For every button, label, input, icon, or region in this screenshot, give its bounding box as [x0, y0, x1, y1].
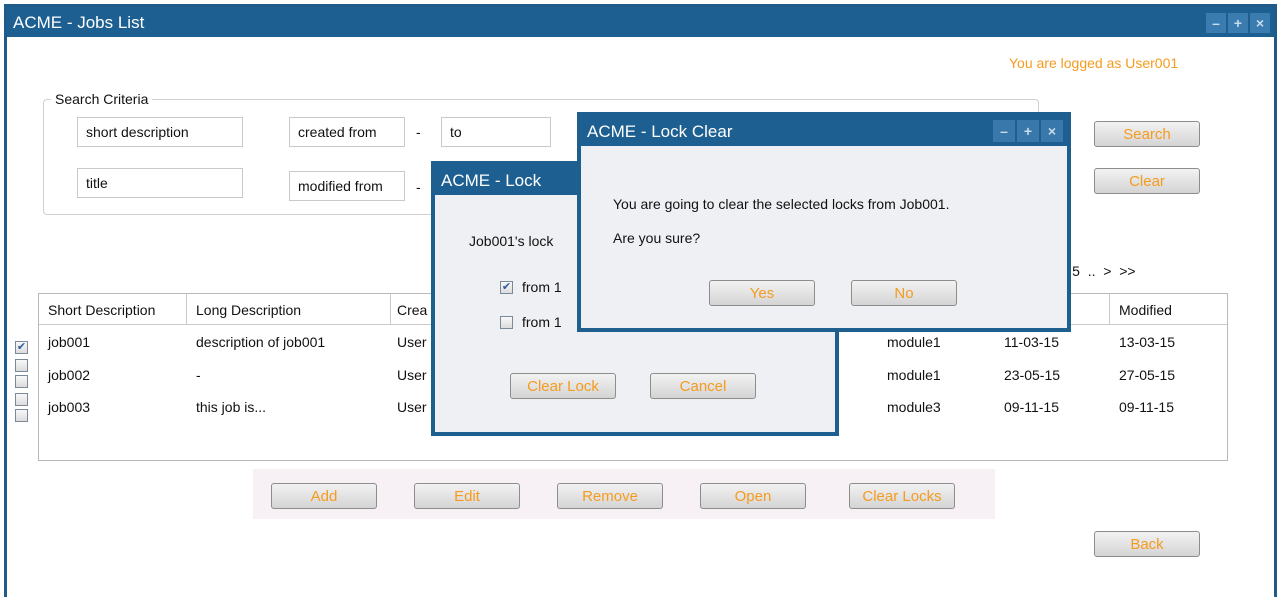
clear-locks-button[interactable]: Clear Locks: [849, 483, 955, 509]
table-row-module[interactable]: module3: [887, 399, 941, 415]
cancel-button[interactable]: Cancel: [650, 373, 756, 399]
lock-dialog-text: Job001's lock: [469, 233, 554, 249]
table-row-long[interactable]: this job is...: [196, 399, 266, 415]
table-row-creator[interactable]: User: [397, 399, 427, 415]
back-button[interactable]: Back: [1094, 531, 1200, 557]
remove-button[interactable]: Remove: [557, 483, 663, 509]
lock-clear-title: ACME - Lock Clear: [587, 122, 733, 141]
row-checkbox[interactable]: [15, 359, 28, 372]
modified-from-input[interactable]: modified from: [289, 171, 405, 201]
table-row-modified[interactable]: 09-11-15: [1119, 399, 1174, 415]
table-row-short[interactable]: job002: [48, 367, 90, 383]
table-row-created[interactable]: 23-05-15: [1004, 367, 1060, 383]
lock-clear-dialog: ACME - Lock Clear – + × You are going to…: [577, 112, 1071, 332]
add-button[interactable]: Add: [271, 483, 377, 509]
row-checkbox[interactable]: [15, 409, 28, 422]
table-row-creator[interactable]: User: [397, 334, 427, 350]
minimize-icon[interactable]: –: [993, 120, 1015, 142]
lock-label: from 1: [522, 279, 562, 295]
column-header-modified[interactable]: Modified: [1119, 302, 1172, 318]
window-controls: – + ×: [1206, 13, 1270, 33]
table-row-created[interactable]: 11-03-15: [1004, 334, 1059, 350]
confirm-message-line2: Are you sure?: [613, 230, 701, 246]
lock-label: from 1: [522, 314, 562, 330]
maximize-icon[interactable]: +: [1228, 13, 1248, 33]
table-row-short[interactable]: job003: [48, 399, 90, 415]
table-row-short[interactable]: job001: [48, 334, 90, 350]
table-row-creator[interactable]: User: [397, 367, 427, 383]
table-row-module[interactable]: module1: [887, 367, 941, 383]
search-button[interactable]: Search: [1094, 121, 1200, 147]
column-header-created-by[interactable]: Crea: [397, 302, 427, 318]
edit-button[interactable]: Edit: [414, 483, 520, 509]
table-row-modified[interactable]: 27-05-15: [1119, 367, 1175, 383]
window-title: ACME - Jobs List: [13, 13, 145, 32]
search-criteria-legend: Search Criteria: [51, 91, 153, 107]
table-row-module[interactable]: module1: [887, 334, 941, 350]
clear-button[interactable]: Clear: [1094, 168, 1200, 194]
table-row-modified[interactable]: 13-03-15: [1119, 334, 1175, 350]
column-divider: [1109, 294, 1110, 324]
table-row-long[interactable]: description of job001: [196, 334, 325, 350]
row-checkbox[interactable]: ✔: [15, 341, 28, 354]
column-divider: [186, 294, 187, 324]
title-input[interactable]: title: [77, 168, 243, 198]
confirm-message-line1: You are going to clear the selected lock…: [613, 196, 950, 212]
main-titlebar[interactable]: ACME - Jobs List – + ×: [7, 7, 1274, 37]
row-checkbox[interactable]: [15, 375, 28, 388]
close-icon[interactable]: ×: [1250, 13, 1270, 33]
open-button[interactable]: Open: [700, 483, 806, 509]
close-icon[interactable]: ×: [1041, 120, 1063, 142]
created-to-input[interactable]: to: [441, 117, 551, 147]
minimize-icon[interactable]: –: [1206, 13, 1226, 33]
lock-dialog-title: ACME - Lock: [441, 171, 542, 190]
column-header-long-description[interactable]: Long Description: [196, 302, 301, 318]
column-divider: [390, 294, 391, 324]
table-row-long[interactable]: -: [196, 367, 201, 383]
yes-button[interactable]: Yes: [709, 280, 815, 306]
table-row-created[interactable]: 09-11-15: [1004, 399, 1059, 415]
dialog-window-controls: – + ×: [993, 120, 1063, 142]
created-from-input[interactable]: created from: [289, 117, 405, 147]
created-range-dash: -: [416, 124, 421, 140]
logged-as-label: You are logged as User001: [1009, 55, 1179, 71]
lock-checkbox[interactable]: [500, 316, 513, 329]
lock-clear-titlebar[interactable]: ACME - Lock Clear – + ×: [581, 116, 1067, 146]
column-header-short-description[interactable]: Short Description: [48, 302, 155, 318]
short-description-input[interactable]: short description: [77, 117, 243, 147]
row-checkbox[interactable]: [15, 393, 28, 406]
maximize-icon[interactable]: +: [1017, 120, 1039, 142]
lock-checkbox[interactable]: ✔: [500, 281, 513, 294]
modified-range-dash: -: [416, 179, 421, 195]
clear-lock-button[interactable]: Clear Lock: [510, 373, 616, 399]
no-button[interactable]: No: [851, 280, 957, 306]
